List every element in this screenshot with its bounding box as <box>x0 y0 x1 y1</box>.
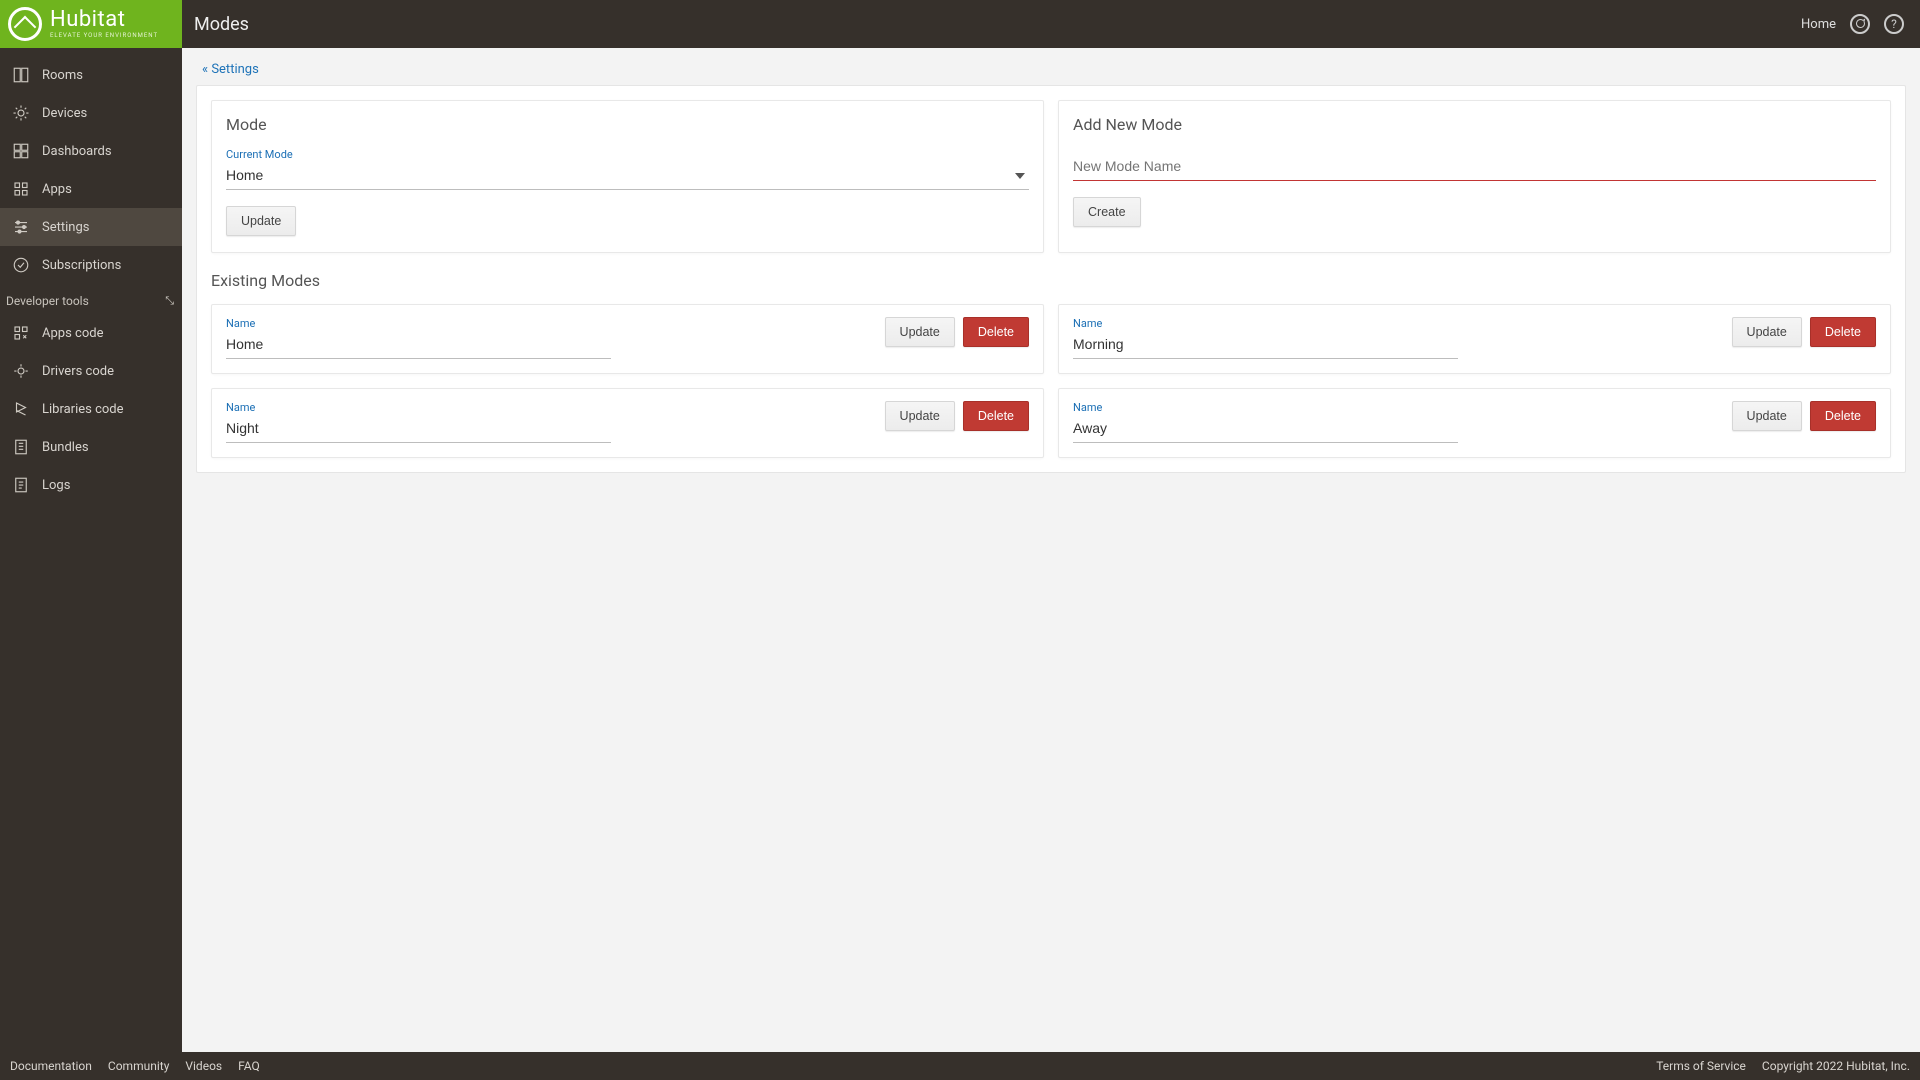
dev-tools-label: Developer tools <box>6 294 89 308</box>
sidebar-item-settings[interactable]: Settings <box>0 208 182 246</box>
settings-icon <box>12 218 30 236</box>
mode-card: Mode Current Mode HomeMorningNightAway U… <box>211 100 1044 253</box>
help-icon[interactable]: ? <box>1884 14 1904 34</box>
sidebar-item-rooms[interactable]: Rooms <box>0 56 182 94</box>
update-existing-button[interactable]: Update <box>885 401 955 431</box>
footer-link-faq[interactable]: FAQ <box>238 1059 260 1073</box>
sidebar-item-logs[interactable]: Logs <box>0 466 182 504</box>
main-panel: Mode Current Mode HomeMorningNightAway U… <box>196 85 1906 473</box>
sidebar-item-drivers-code[interactable]: Drivers code <box>0 352 182 390</box>
add-mode-card: Add New Mode Create <box>1058 100 1891 253</box>
logo-text: Hubitat ELEVATE YOUR ENVIRONMENT <box>50 9 158 39</box>
bundles-icon <box>12 438 30 456</box>
footer-links: Documentation Community Videos FAQ <box>10 1059 260 1073</box>
mode-name-input[interactable] <box>226 332 611 359</box>
page-title: Modes <box>182 14 249 35</box>
sidebar-item-label: Settings <box>42 220 89 235</box>
add-mode-title: Add New Mode <box>1073 115 1876 134</box>
mode-name-label: Name <box>226 317 611 330</box>
sidebar-item-subscriptions[interactable]: Subscriptions <box>0 246 182 284</box>
footer-link-documentation[interactable]: Documentation <box>10 1059 92 1073</box>
sidebar-item-devices[interactable]: Devices <box>0 94 182 132</box>
sidebar-item-label: Apps <box>42 182 72 197</box>
sidebar: Rooms Devices Dashboards Apps Settings <box>0 48 182 1052</box>
current-mode-label: Current Mode <box>226 148 1029 161</box>
chat-icon[interactable] <box>1850 14 1870 34</box>
existing-mode-card: Name Update Delete <box>1058 304 1891 374</box>
sidebar-item-label: Bundles <box>42 440 89 455</box>
mode-name-input[interactable] <box>1073 332 1458 359</box>
update-existing-button[interactable]: Update <box>885 317 955 347</box>
home-link[interactable]: Home <box>1801 17 1836 32</box>
logs-icon <box>12 476 30 494</box>
mode-name-input[interactable] <box>1073 416 1458 443</box>
mode-name-input[interactable] <box>226 416 611 443</box>
devices-icon <box>12 104 30 122</box>
delete-existing-button[interactable]: Delete <box>963 401 1029 431</box>
content: « Settings Mode Current Mode HomeMorning… <box>182 48 1920 1052</box>
delete-existing-button[interactable]: Delete <box>963 317 1029 347</box>
footer-copyright: Copyright 2022 Hubitat, Inc. <box>1762 1059 1910 1073</box>
delete-existing-button[interactable]: Delete <box>1810 401 1876 431</box>
sidebar-item-label: Logs <box>42 478 70 493</box>
sidebar-item-label: Apps code <box>42 326 103 341</box>
sidebar-item-label: Dashboards <box>42 144 112 159</box>
existing-modes-title: Existing Modes <box>197 267 1905 290</box>
sidebar-item-label: Subscriptions <box>42 258 121 273</box>
current-mode-select-wrap: HomeMorningNightAway <box>226 163 1029 190</box>
sidebar-item-label: Devices <box>42 106 87 121</box>
mode-name-label: Name <box>1073 401 1458 414</box>
footer-tos[interactable]: Terms of Service <box>1656 1059 1746 1073</box>
breadcrumb: « Settings <box>182 48 1920 85</box>
existing-mode-card: Name Update Delete <box>211 304 1044 374</box>
sidebar-item-bundles[interactable]: Bundles <box>0 428 182 466</box>
delete-existing-button[interactable]: Delete <box>1810 317 1876 347</box>
apps-icon <box>12 180 30 198</box>
brand-name: Hubitat <box>50 9 158 31</box>
existing-mode-card: Name Update Delete <box>1058 388 1891 458</box>
dev-tools-header[interactable]: Developer tools ⤡ <box>0 284 182 314</box>
mode-name-label: Name <box>1073 317 1458 330</box>
update-mode-button[interactable]: Update <box>226 206 296 236</box>
brand-tagline: ELEVATE YOUR ENVIRONMENT <box>50 33 158 39</box>
collapse-icon[interactable]: ⤡ <box>165 294 174 308</box>
dashboards-icon <box>12 142 30 160</box>
topbar: Hubitat ELEVATE YOUR ENVIRONMENT Modes H… <box>0 0 1920 48</box>
mode-name-label: Name <box>226 401 611 414</box>
existing-mode-card: Name Update Delete <box>211 388 1044 458</box>
current-mode-select[interactable]: HomeMorningNightAway <box>226 163 1029 189</box>
update-existing-button[interactable]: Update <box>1732 317 1802 347</box>
mode-card-title: Mode <box>226 115 1029 134</box>
topbar-right: Home ? <box>1801 14 1920 34</box>
logo[interactable]: Hubitat ELEVATE YOUR ENVIRONMENT <box>0 0 182 48</box>
sidebar-item-libraries-code[interactable]: Libraries code <box>0 390 182 428</box>
footer-link-videos[interactable]: Videos <box>185 1059 222 1073</box>
footer: Documentation Community Videos FAQ Terms… <box>0 1052 1920 1080</box>
drivers-code-icon <box>12 362 30 380</box>
sidebar-item-label: Drivers code <box>42 364 114 379</box>
sidebar-item-label: Rooms <box>42 68 83 83</box>
sidebar-item-label: Libraries code <box>42 402 124 417</box>
apps-code-icon <box>12 324 30 342</box>
rooms-icon <box>12 66 30 84</box>
new-mode-input[interactable] <box>1073 154 1876 181</box>
sidebar-item-apps-code[interactable]: Apps code <box>0 314 182 352</box>
footer-link-community[interactable]: Community <box>108 1059 169 1073</box>
logo-mark-icon <box>8 7 42 41</box>
update-existing-button[interactable]: Update <box>1732 401 1802 431</box>
existing-modes-grid: Name Update Delete Name Update Delete Name Upda… <box>197 290 1905 472</box>
sidebar-item-apps[interactable]: Apps <box>0 170 182 208</box>
sidebar-item-dashboards[interactable]: Dashboards <box>0 132 182 170</box>
libraries-code-icon <box>12 400 30 418</box>
subscriptions-icon <box>12 256 30 274</box>
breadcrumb-back-link[interactable]: « Settings <box>202 62 259 77</box>
create-mode-button[interactable]: Create <box>1073 197 1141 227</box>
